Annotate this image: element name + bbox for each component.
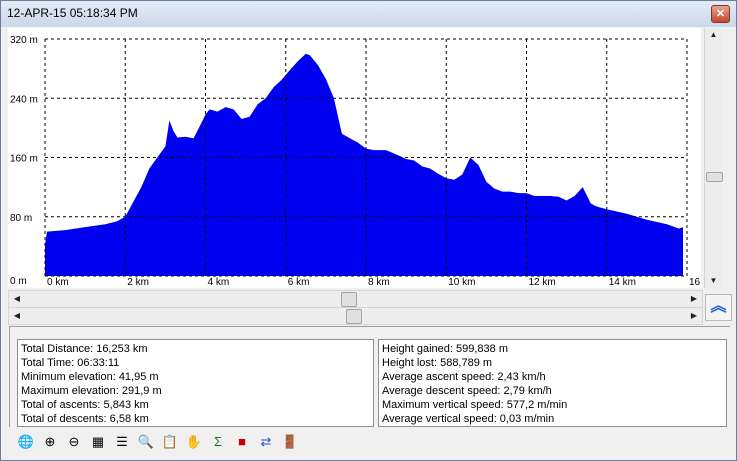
horizontal-scroll-thumb[interactable] [346, 309, 362, 324]
scroll-up-arrow[interactable]: ▲ [705, 29, 722, 41]
stat-line: Total Time: 06:33:11 [21, 357, 120, 369]
x-tick-label: 14 km [609, 277, 636, 288]
search-icon: 🔍 [137, 434, 155, 449]
elevation-area-series [45, 53, 683, 276]
x-tick-label: 4 km [208, 277, 230, 288]
stat-line: Average vertical speed: 0,03 m/min [382, 413, 555, 425]
scroll-right-arrow[interactable]: ▶ [687, 309, 701, 323]
scroll-left-arrow[interactable]: ◀ [10, 292, 24, 306]
zoom-in-icon: ⊕ [44, 434, 56, 449]
list-options-button[interactable]: ☰ [111, 431, 133, 453]
x-tick-label: 10 km [448, 277, 475, 288]
elevation-chart-svg: 0 m 80 m 160 m 240 m 320 m 0 km 2 km 4 km 6 km 8 … [10, 35, 701, 288]
y-tick-label: 320 m [10, 35, 38, 46]
x-tick-label: 12 km [529, 277, 556, 288]
horizontal-scrollbar-2[interactable]: ◀ ▶ [8, 307, 703, 325]
zoom-in-button[interactable]: ⊕ [39, 431, 61, 453]
x-tick-label: 0 km [47, 277, 69, 288]
x-tick-label: 6 km [288, 277, 310, 288]
vertical-scrollbar[interactable]: ▲ ▼ [704, 28, 723, 288]
sigma-button[interactable]: Σ [207, 431, 229, 453]
clipboard-button[interactable]: 📋 [159, 431, 181, 453]
map-globe-button[interactable]: 🌐 [15, 431, 37, 453]
swap-arrows-button[interactable]: ⇄ [255, 431, 277, 453]
stat-line: Maximum elevation: 291,9 m [21, 385, 162, 397]
map-globe-icon: 🌐 [17, 434, 35, 449]
horizontal-scrollbar-1[interactable]: ◀ ▶ [8, 290, 703, 308]
stat-line: Height gained: 599,838 m [382, 343, 508, 355]
close-button[interactable]: ✕ [711, 5, 730, 23]
stats-left-box: Total Distance: 16,253 km Total Time: 06… [17, 339, 374, 427]
red-book-icon: ■ [238, 434, 246, 449]
stat-line: Minimum elevation: 41,95 m [21, 371, 159, 383]
zoom-out-icon: ⊖ [68, 434, 80, 449]
search-button[interactable]: 🔍 [135, 431, 157, 453]
scroll-right-arrow[interactable]: ▶ [687, 292, 701, 306]
clipboard-icon: 📋 [161, 434, 179, 449]
exit-door-icon: 🚪 [281, 434, 299, 449]
swap-arrows-icon: ⇄ [260, 434, 272, 449]
y-tick-label: 80 m [10, 213, 32, 224]
exit-door-button[interactable]: 🚪 [279, 431, 301, 453]
hand-tool-icon: ✋ [185, 434, 203, 449]
stat-line: Total Distance: 16,253 km [21, 343, 148, 355]
grid-icon: ▦ [91, 434, 105, 449]
stat-line: Height lost: 588,789 m [382, 357, 493, 369]
title-bar: 12-APR-15 05:18:34 PM ✕ [1, 1, 736, 27]
list-options-icon: ☰ [116, 434, 128, 449]
x-tick-label: 2 km [127, 277, 149, 288]
y-tick-label: 0 m [10, 276, 27, 287]
red-book-button[interactable]: ■ [231, 431, 253, 453]
scroll-left-arrow[interactable]: ◀ [10, 309, 24, 323]
x-tick-label: 16 [689, 277, 701, 288]
stats-right-box: Height gained: 599,838 m Height lost: 58… [378, 339, 727, 427]
stat-line: Maximum vertical speed: 577,2 m/min [382, 399, 568, 411]
scroll-down-arrow[interactable]: ▼ [705, 275, 722, 287]
hand-tool-button[interactable]: ✋ [183, 431, 205, 453]
grid-button[interactable]: ▦ [87, 431, 109, 453]
stat-line: Average ascent speed: 2,43 km/h [382, 371, 546, 383]
sigma-icon: Σ [213, 434, 223, 449]
stat-line: Total of ascents: 5,843 km [21, 399, 149, 411]
x-tick-label: 8 km [368, 277, 390, 288]
y-tick-label: 240 m [10, 94, 38, 105]
vertical-scroll-thumb[interactable] [706, 172, 723, 182]
stat-line: Average descent speed: 2,79 km/h [382, 385, 552, 397]
app-window: 12-APR-15 05:18:34 PM ✕ 0 m 80 m 160 m 240 … [0, 0, 737, 461]
stat-line: Total of descents: 6,58 km [21, 413, 149, 425]
horizontal-scroll-thumb[interactable] [341, 292, 357, 307]
window-title: 12-APR-15 05:18:34 PM [7, 6, 138, 20]
collapse-panel-button[interactable]: ︽ [705, 294, 732, 321]
elevation-chart: 0 m 80 m 160 m 240 m 320 m 0 km 2 km 4 km 6 km 8 … [8, 28, 701, 288]
y-tick-label: 160 m [10, 154, 38, 165]
zoom-out-button[interactable]: ⊖ [63, 431, 85, 453]
double-chevron-up-icon: ︽ [710, 298, 727, 315]
